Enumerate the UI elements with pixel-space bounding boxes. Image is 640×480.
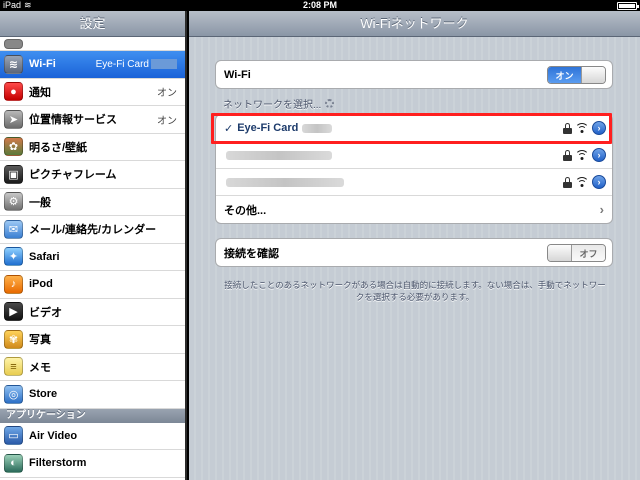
sidebar-item-brightness[interactable]: ✿ 明るさ/壁紙 <box>0 134 185 161</box>
sidebar-item-wifi[interactable]: ≋ Wi-Fi Eye-Fi Card <box>0 51 185 79</box>
lock-icon <box>563 176 572 188</box>
switch-knob <box>581 67 605 83</box>
safari-icon: ✦ <box>4 247 23 267</box>
sidebar-item-safari[interactable]: ✦ Safari <box>0 244 185 271</box>
sidebar-item-value: オン <box>157 115 177 127</box>
blurred-network-name <box>226 177 344 187</box>
other-network-row[interactable]: その他... › <box>216 196 612 223</box>
status-time: 2:08 PM <box>302 0 337 10</box>
notes-icon: ≡ <box>4 357 23 377</box>
sidebar-item-location[interactable]: ➤ 位置情報サービス オン <box>0 106 185 134</box>
sidebar-item-picture-frame[interactable]: ▣ ピクチャフレーム <box>0 161 185 189</box>
status-bar: iPad ≋ 2:08 PM <box>0 0 640 11</box>
blurred-network-name <box>226 150 332 160</box>
ask-to-join-switch[interactable]: オフ <box>547 244 606 262</box>
sidebar-item-label: Filterstorm <box>29 457 87 470</box>
network-section-text: ネットワークを選択... <box>223 100 322 111</box>
switch-on-label: オン <box>548 67 581 83</box>
sidebar-item-label: ビデオ <box>29 306 62 319</box>
ipod-icon: ♪ <box>4 274 23 294</box>
wifi-detail-pane: Wi-Fiネットワーク Wi-Fi オン ネットワークを選択... ✓ Eye-… <box>189 11 640 480</box>
notifications-icon: ● <box>4 82 23 102</box>
switch-off-label: オフ <box>572 245 605 261</box>
network-status-icons: › <box>563 148 606 162</box>
battery-icon <box>617 2 639 10</box>
sidebar-title: 設定 <box>0 11 185 37</box>
wifi-toggle-group: Wi-Fi オン <box>215 60 613 89</box>
sidebar-item-mail[interactable]: ✉ メール/連絡先/カレンダー <box>0 216 185 244</box>
sidebar-item-video[interactable]: ▶ ビデオ <box>0 299 185 326</box>
gear-icon: ⚙ <box>4 192 23 212</box>
air-video-icon: ▭ <box>4 426 23 446</box>
ask-to-join-description: 接続したことのあるネットワークがある場合は自動的に接続します。ない場合は、手動で… <box>224 280 606 302</box>
photos-icon: ✾ <box>4 329 23 349</box>
sidebar-item-filterstorm[interactable]: ◐ Filterstorm <box>0 450 185 478</box>
ask-to-join-label: 接続を確認 <box>224 247 279 260</box>
sidebar-item-label: Air Video <box>29 429 78 442</box>
sidebar-item-air-video[interactable]: ▭ Air Video <box>0 423 185 450</box>
sidebar-item-notifications[interactable]: ● 通知 オン <box>0 79 185 106</box>
brightness-icon: ✿ <box>4 137 23 157</box>
wifi-icon: ≋ <box>4 54 23 74</box>
filterstorm-icon: ◐ <box>4 453 23 473</box>
sidebar-item-label: 位置情報サービス <box>29 114 117 127</box>
wifi-signal-icon <box>576 177 588 187</box>
network-row[interactable]: › <box>216 142 612 169</box>
location-icon: ➤ <box>4 109 23 129</box>
chevron-right-icon: › <box>599 202 604 217</box>
sidebar-item-value: オン <box>157 88 177 100</box>
wifi-toggle-label: Wi-Fi <box>224 68 251 81</box>
sidebar-item-label: メール/連絡先/カレンダー <box>29 224 157 237</box>
sidebar-item-label: 通知 <box>29 86 51 99</box>
detail-title: Wi-Fiネットワーク <box>189 11 640 37</box>
settings-list: ≋ Wi-Fi Eye-Fi Card ● 通知 オン ➤ 位置情報サービス オ… <box>0 37 185 478</box>
sidebar-item-label: 写真 <box>29 334 51 347</box>
sidebar-item-store[interactable]: ◎ Store <box>0 381 185 409</box>
wifi-toggle-row: Wi-Fi オン <box>216 61 612 88</box>
sidebar-item-photos[interactable]: ✾ 写真 <box>0 326 185 354</box>
sidebar-item-label: iPod <box>29 278 53 291</box>
sidebar-item-label: Store <box>29 388 58 401</box>
network-section-label: ネットワークを選択... <box>223 96 335 111</box>
lock-icon <box>563 149 572 161</box>
detail-disclosure-icon[interactable]: › <box>592 148 606 162</box>
highlight-box <box>211 113 612 144</box>
spinner-icon <box>325 99 335 108</box>
ask-to-join-row: 接続を確認 オフ <box>216 239 612 266</box>
other-network-label: その他... <box>224 204 267 217</box>
sidebar-item-label: 一般 <box>29 196 51 209</box>
wifi-signal-icon <box>576 150 588 160</box>
picture-frame-icon: ▣ <box>4 164 23 184</box>
store-icon: ◎ <box>4 384 23 404</box>
network-status-icons: › <box>563 175 606 189</box>
ask-to-join-group: 接続を確認 オフ <box>215 238 613 267</box>
video-icon: ▶ <box>4 302 23 322</box>
sidebar-item-label: Safari <box>29 250 60 263</box>
sidebar-item-label: ピクチャフレーム <box>29 169 117 182</box>
mail-icon: ✉ <box>4 219 23 239</box>
sidebar-item-label: 明るさ/壁紙 <box>29 141 88 154</box>
sidebar-item-ipod[interactable]: ♪ iPod <box>0 271 185 299</box>
sidebar-item-label: メモ <box>29 361 51 374</box>
detail-disclosure-icon[interactable]: › <box>592 175 606 189</box>
network-row[interactable]: › <box>216 169 612 196</box>
sidebar-item-notes[interactable]: ≡ メモ <box>0 354 185 381</box>
apps-section-header: アプリケーション <box>0 408 185 423</box>
sidebar-item-value: Eye-Fi Card <box>96 59 177 70</box>
wifi-switch[interactable]: オン <box>547 66 606 84</box>
sidebar-item-general[interactable]: ⚙ 一般 <box>0 189 185 216</box>
sidebar-item-partial[interactable] <box>0 37 185 51</box>
switch-knob <box>548 245 572 261</box>
settings-sidebar: 設定 ≋ Wi-Fi Eye-Fi Card ● 通知 オン ➤ 位置情報サービ… <box>0 11 187 480</box>
toggle-icon <box>4 38 23 49</box>
sidebar-item-label: Wi-Fi <box>29 58 56 71</box>
